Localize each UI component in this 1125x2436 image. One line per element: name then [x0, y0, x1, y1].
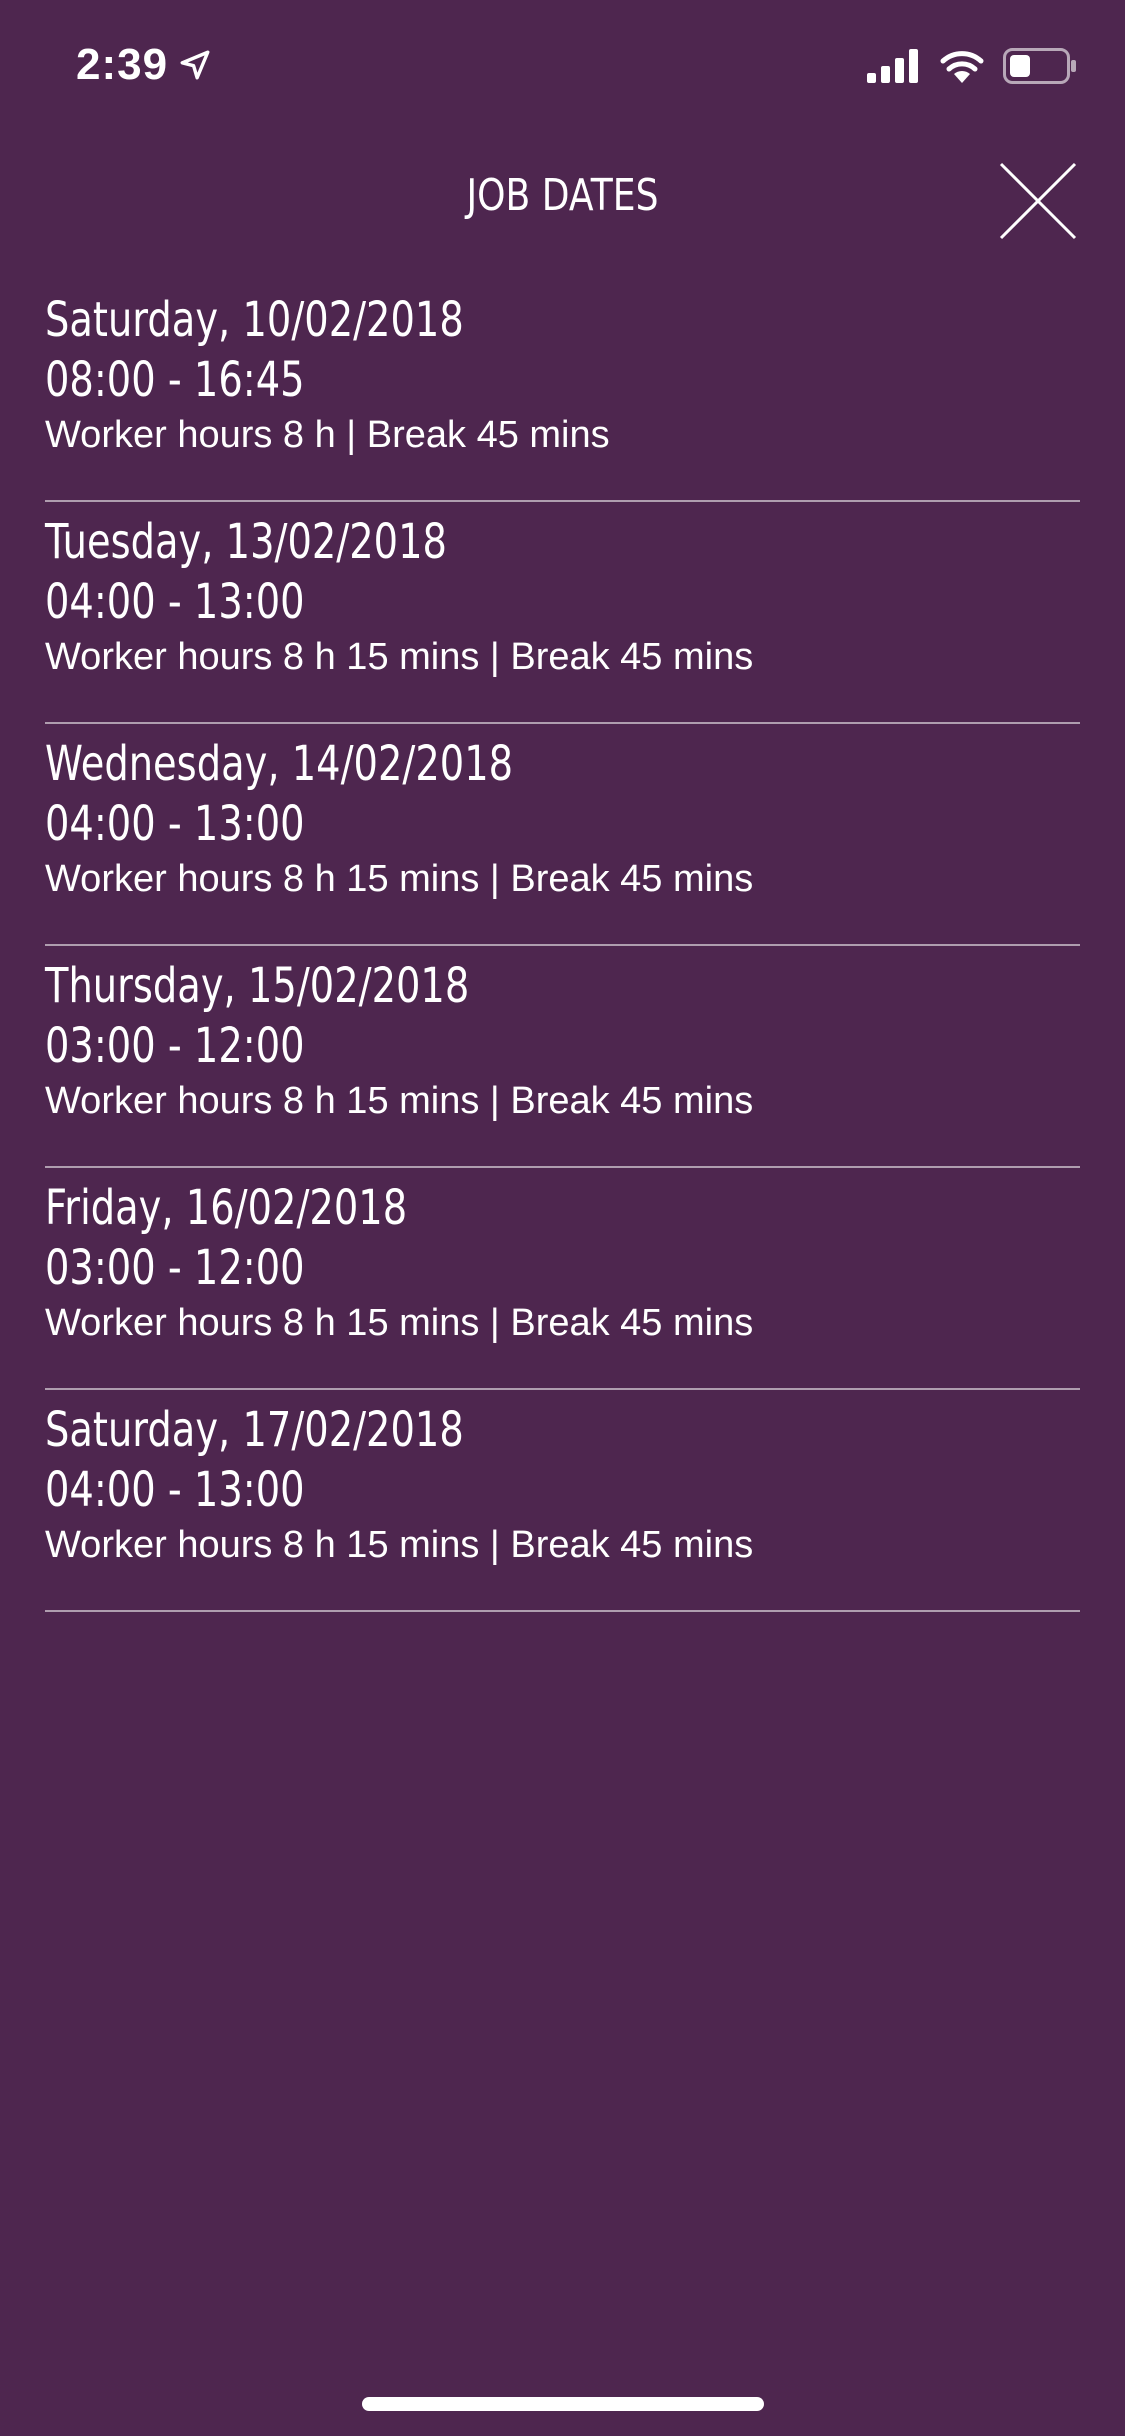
job-details: Worker hours 8 h 15 mins | Break 45 mins: [45, 858, 754, 900]
header: JOB DATES: [0, 140, 1125, 260]
job-dates-list: Saturday, 10/02/2018 08:00 - 16:45 Worke…: [45, 280, 1080, 1612]
job-date-item: Tuesday, 13/02/2018 04:00 - 13:00 Worker…: [45, 502, 1080, 724]
job-time-range: 04:00 - 13:00: [45, 574, 305, 630]
job-date: Wednesday, 14/02/2018: [45, 736, 514, 792]
status-bar: 2:39: [0, 0, 1125, 140]
cellular-signal-icon: [867, 49, 918, 83]
job-date: Saturday, 10/02/2018: [45, 292, 464, 348]
status-icons: [867, 48, 1077, 84]
job-details: Worker hours 8 h 15 mins | Break 45 mins: [45, 1524, 754, 1566]
job-date: Thursday, 15/02/2018: [45, 958, 470, 1014]
job-date: Tuesday, 13/02/2018: [45, 514, 447, 570]
home-indicator[interactable]: [362, 2397, 764, 2411]
job-date-item: Thursday, 15/02/2018 03:00 - 12:00 Worke…: [45, 946, 1080, 1168]
job-time-range: 08:00 - 16:45: [45, 352, 305, 408]
status-time-label: 2:39: [76, 40, 169, 89]
job-date-item: Saturday, 17/02/2018 04:00 - 13:00 Worke…: [45, 1390, 1080, 1612]
close-icon[interactable]: [997, 160, 1079, 242]
job-date-item: Friday, 16/02/2018 03:00 - 12:00 Worker …: [45, 1168, 1080, 1390]
job-date-item: Wednesday, 14/02/2018 04:00 - 13:00 Work…: [45, 724, 1080, 946]
job-date: Saturday, 17/02/2018: [45, 1402, 464, 1458]
job-date-item: Saturday, 10/02/2018 08:00 - 16:45 Worke…: [45, 280, 1080, 502]
job-time-range: 03:00 - 12:00: [45, 1018, 305, 1074]
page-title: JOB DATES: [466, 170, 659, 221]
status-time: 2:39: [76, 40, 212, 90]
job-details: Worker hours 8 h | Break 45 mins: [45, 414, 610, 456]
wifi-icon: [940, 51, 984, 83]
battery-icon: [1003, 48, 1076, 84]
location-arrow-icon: [180, 50, 210, 80]
job-time-range: 03:00 - 12:00: [45, 1240, 305, 1296]
job-date: Friday, 16/02/2018: [45, 1180, 408, 1236]
job-details: Worker hours 8 h 15 mins | Break 45 mins: [45, 1080, 754, 1122]
job-time-range: 04:00 - 13:00: [45, 1462, 305, 1518]
job-time-range: 04:00 - 13:00: [45, 796, 305, 852]
job-details: Worker hours 8 h 15 mins | Break 45 mins: [45, 1302, 754, 1344]
job-details: Worker hours 8 h 15 mins | Break 45 mins: [45, 636, 754, 678]
